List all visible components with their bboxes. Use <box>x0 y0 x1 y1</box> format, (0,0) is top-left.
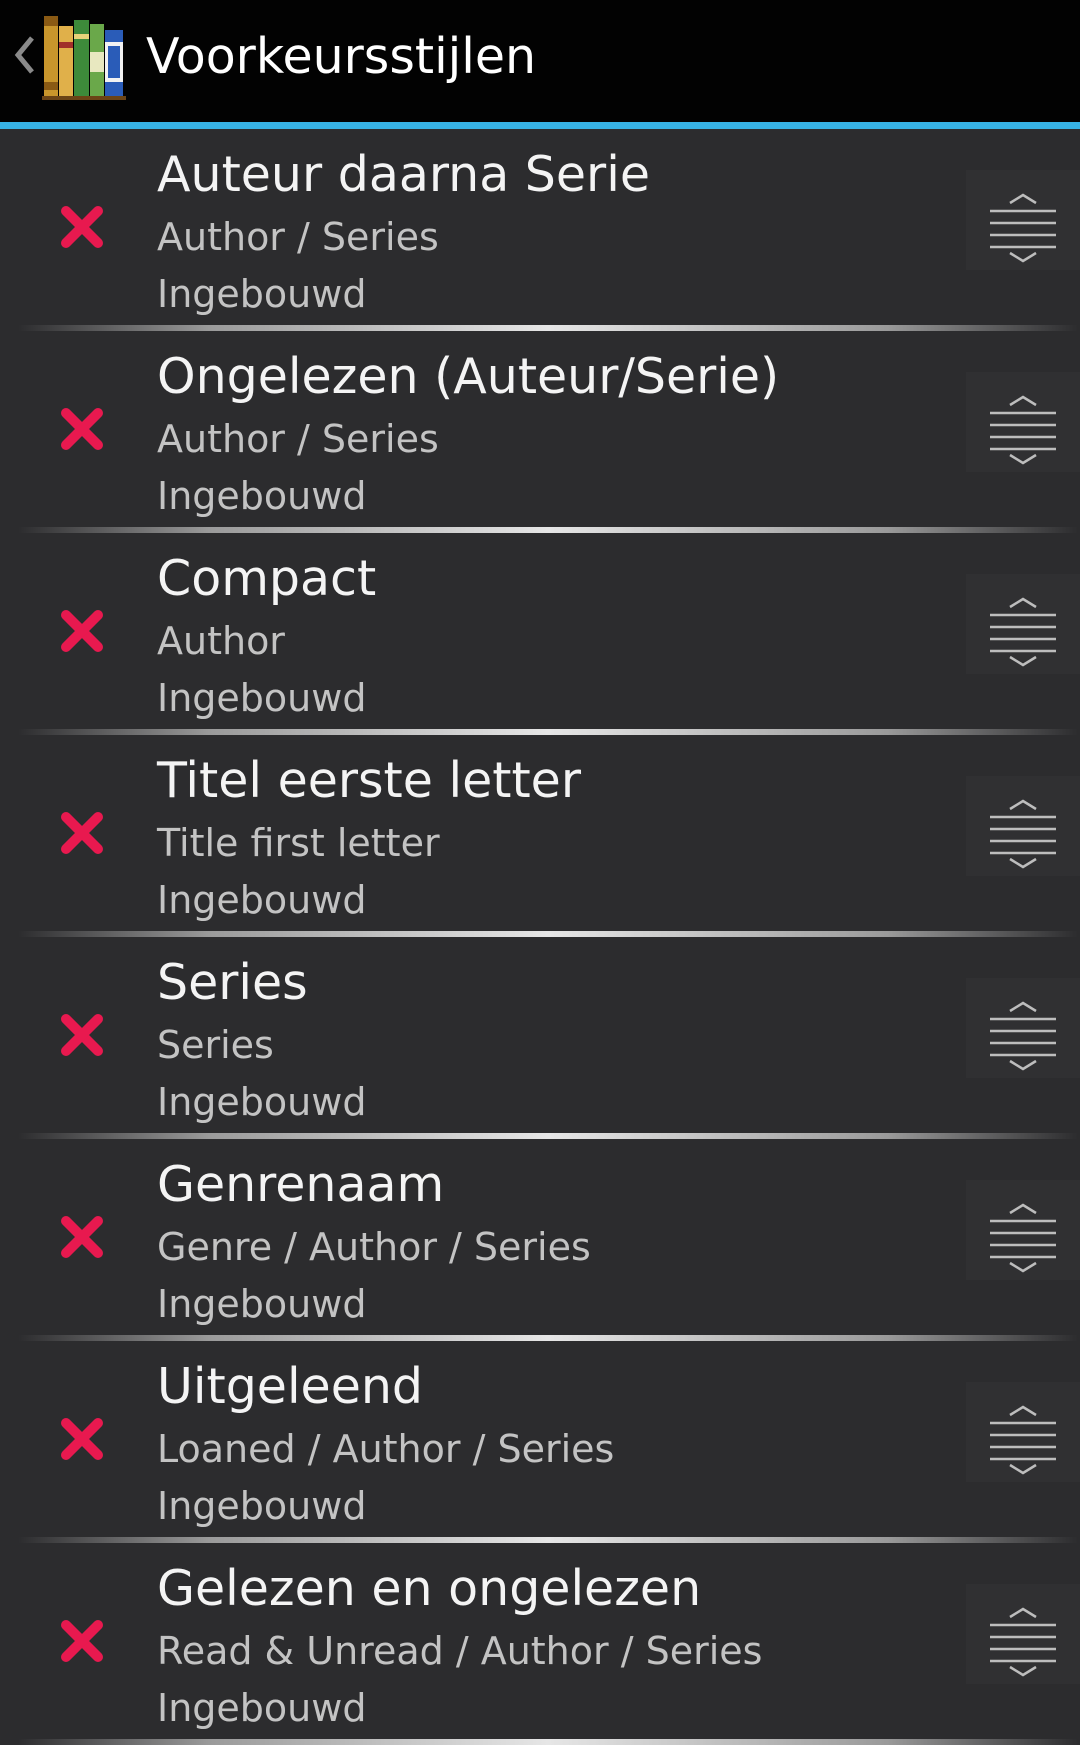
delete-icon[interactable] <box>59 204 105 250</box>
list-item[interactable]: Compact Author Ingebouwd <box>0 533 1080 735</box>
style-groups: Series <box>157 1023 274 1067</box>
style-groups: Author / Series <box>157 417 439 461</box>
style-kind: Ingebouwd <box>157 1484 367 1528</box>
drag-handle-icon[interactable] <box>988 1607 1058 1677</box>
style-groups: Read & Unread / Author / Series <box>157 1629 763 1673</box>
list-item[interactable]: Genrenaam Genre / Author / Series Ingebouw… <box>0 1139 1080 1341</box>
drag-handle-icon[interactable] <box>988 1405 1058 1475</box>
style-list: Auteur daarna Serie Author / Series Ingebo… <box>0 129 1080 1745</box>
delete-icon[interactable] <box>59 1416 105 1462</box>
style-title: Titel eerste letter <box>157 752 581 809</box>
list-item[interactable]: Gelezen en ongelezen Read & Unread / Auth… <box>0 1543 1080 1745</box>
style-title: Auteur daarna Serie <box>157 146 650 203</box>
style-title: Compact <box>157 550 377 607</box>
delete-icon[interactable] <box>59 1214 105 1260</box>
delete-icon[interactable] <box>59 1618 105 1664</box>
drag-handle-icon[interactable] <box>988 1203 1058 1273</box>
delete-icon[interactable] <box>59 406 105 452</box>
page-title: Voorkeursstijlen <box>146 28 537 85</box>
actionbar-accent-line <box>0 122 1080 129</box>
style-groups: Genre / Author / Series <box>157 1225 591 1269</box>
drag-handle-icon[interactable] <box>988 395 1058 465</box>
list-item[interactable]: Auteur daarna Serie Author / Series Ingebo… <box>0 129 1080 331</box>
style-title: Series <box>157 954 308 1011</box>
delete-icon[interactable] <box>59 1012 105 1058</box>
style-groups: Author / Series <box>157 215 439 259</box>
style-kind: Ingebouwd <box>157 272 367 316</box>
style-kind: Ingebouwd <box>157 1686 367 1730</box>
style-groups: Title first letter <box>157 821 440 865</box>
list-item[interactable]: Uitgeleend Loaned / Author / Series Ingebo… <box>0 1341 1080 1543</box>
style-kind: Ingebouwd <box>157 676 367 720</box>
list-item[interactable]: Ongelezen (Auteur/Serie) Author / Series I… <box>0 331 1080 533</box>
style-kind: Ingebouwd <box>157 1282 367 1326</box>
drag-handle-icon[interactable] <box>988 193 1058 263</box>
delete-icon[interactable] <box>59 608 105 654</box>
style-title: Gelezen en ongelezen <box>157 1560 702 1617</box>
style-title: Uitgeleend <box>157 1358 424 1415</box>
list-item[interactable]: Titel eerste letter Title first letter Ing… <box>0 735 1080 937</box>
style-title: Ongelezen (Auteur/Serie) <box>157 348 780 405</box>
drag-handle-icon[interactable] <box>988 1001 1058 1071</box>
action-bar: Voorkeursstijlen <box>0 0 1080 122</box>
chevron-left-icon[interactable] <box>10 28 38 82</box>
style-title: Genrenaam <box>157 1156 445 1213</box>
bookshelf-logo[interactable] <box>42 12 126 100</box>
list-item[interactable]: Series Series Ingebouwd <box>0 937 1080 1139</box>
drag-handle-icon[interactable] <box>988 597 1058 667</box>
style-kind: Ingebouwd <box>157 878 367 922</box>
delete-icon[interactable] <box>59 810 105 856</box>
style-groups: Loaned / Author / Series <box>157 1427 615 1471</box>
divider <box>18 1739 1078 1745</box>
style-kind: Ingebouwd <box>157 1080 367 1124</box>
style-groups: Author <box>157 619 285 663</box>
drag-handle-icon[interactable] <box>988 799 1058 869</box>
style-kind: Ingebouwd <box>157 474 367 518</box>
